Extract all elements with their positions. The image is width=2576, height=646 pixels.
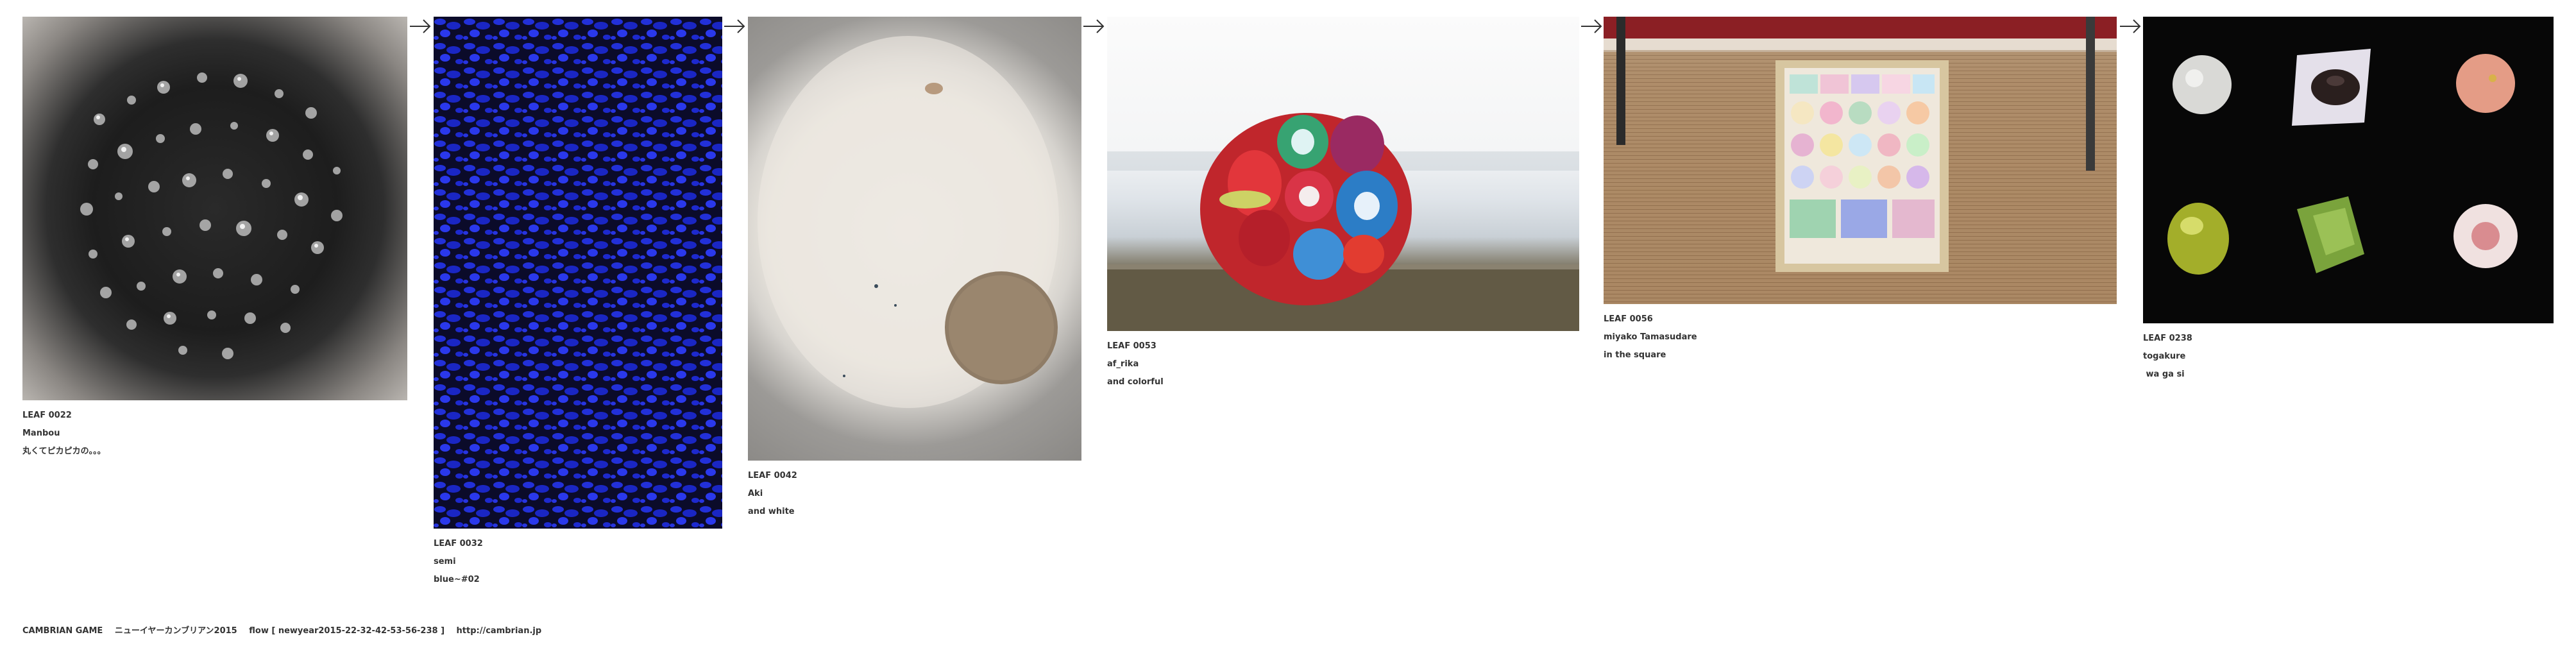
leaf-card-0042[interactable]: LEAF 0042 Aki and white bbox=[748, 17, 1081, 521]
leaf-note: and colorful bbox=[1107, 377, 1164, 387]
white-dish-image bbox=[758, 36, 1059, 408]
leaf-caption: LEAF 0056 miyako Tamasudare in the squar… bbox=[1604, 310, 2117, 364]
arrow-right-icon bbox=[2120, 19, 2141, 33]
leaf-caption: LEAF 0032 semi blue~#02 bbox=[434, 535, 722, 589]
leaf-title[interactable]: miyako Tamasudare bbox=[1604, 328, 2117, 346]
leaf-title[interactable]: af_rika bbox=[1107, 355, 1579, 373]
footer-flow: flow [ newyear2015-22-32-42-53-56-238 ] bbox=[249, 626, 445, 636]
footer-url-link[interactable]: http://cambrian.jp bbox=[457, 626, 542, 636]
flow-page: LEAF 0022 Manbou 丸くてピカピカの。。。 LEAF 0032 s… bbox=[0, 0, 2576, 646]
leaf-caption: LEAF 0238 togakure wa ga si bbox=[2143, 330, 2554, 384]
blue-texture-image bbox=[434, 17, 722, 529]
arrow-right-icon bbox=[410, 19, 431, 33]
leaf-photo[interactable] bbox=[748, 17, 1081, 461]
leaf-title[interactable]: togakure bbox=[2143, 348, 2554, 366]
leaf-title[interactable]: Aki bbox=[748, 485, 1081, 503]
leaf-title[interactable]: Manbou bbox=[22, 425, 407, 443]
leaf-caption: LEAF 0022 Manbou 丸くてピカピカの。。。 bbox=[22, 407, 407, 461]
leaf-caption: LEAF 0042 Aki and white bbox=[748, 467, 1081, 521]
leaf-photo[interactable] bbox=[1107, 17, 1579, 331]
leaf-card-0053[interactable]: LEAF 0053 af_rika and colorful bbox=[1107, 17, 1579, 391]
footer: CAMBRIAN GAME ニューイヤーカンブリアン2015 flow [ ne… bbox=[22, 624, 541, 636]
leaf-code: LEAF 0238 bbox=[2143, 334, 2192, 343]
arrow-right-icon bbox=[1581, 19, 1602, 33]
arrow-right-icon bbox=[1083, 19, 1105, 33]
leaf-title[interactable]: semi bbox=[434, 553, 722, 571]
leaf-note: 丸くてピカピカの。。。 bbox=[22, 446, 106, 456]
wagashi-image bbox=[2167, 49, 2518, 275]
sweets-box-image bbox=[1604, 17, 2117, 304]
leaf-code: LEAF 0053 bbox=[1107, 341, 1157, 351]
leaf-caption: LEAF 0053 af_rika and colorful bbox=[1107, 337, 1579, 391]
arrow-right-icon bbox=[724, 19, 745, 33]
leaf-code: LEAF 0042 bbox=[748, 471, 797, 480]
leaf-card-0056[interactable]: LEAF 0056 miyako Tamasudare in the squar… bbox=[1604, 17, 2117, 364]
leaf-card-0032[interactable]: LEAF 0032 semi blue~#02 bbox=[434, 17, 722, 589]
leaf-note: wa ga si bbox=[2143, 370, 2185, 379]
leaf-photo[interactable] bbox=[434, 17, 722, 529]
colorful-sculpture-image bbox=[1107, 113, 1579, 331]
leaf-card-0238[interactable]: LEAF 0238 togakure wa ga si bbox=[2143, 17, 2554, 384]
leaf-code: LEAF 0032 bbox=[434, 539, 483, 548]
leaf-note: and white bbox=[748, 507, 795, 516]
leaf-code: LEAF 0056 bbox=[1604, 314, 1653, 324]
leaf-photo[interactable] bbox=[2143, 17, 2554, 323]
leaf-card-0022[interactable]: LEAF 0022 Manbou 丸くてピカピカの。。。 bbox=[22, 17, 407, 461]
footer-series: ニューイヤーカンブリアン2015 bbox=[114, 626, 237, 636]
leaf-code: LEAF 0022 bbox=[22, 411, 72, 420]
footer-brand: CAMBRIAN GAME bbox=[22, 626, 103, 636]
droplets-image bbox=[80, 72, 343, 359]
leaf-photo[interactable] bbox=[1604, 17, 2117, 304]
leaf-note: in the square bbox=[1604, 350, 1666, 360]
leaf-note: blue~#02 bbox=[434, 575, 480, 584]
leaf-photo[interactable] bbox=[22, 17, 407, 400]
